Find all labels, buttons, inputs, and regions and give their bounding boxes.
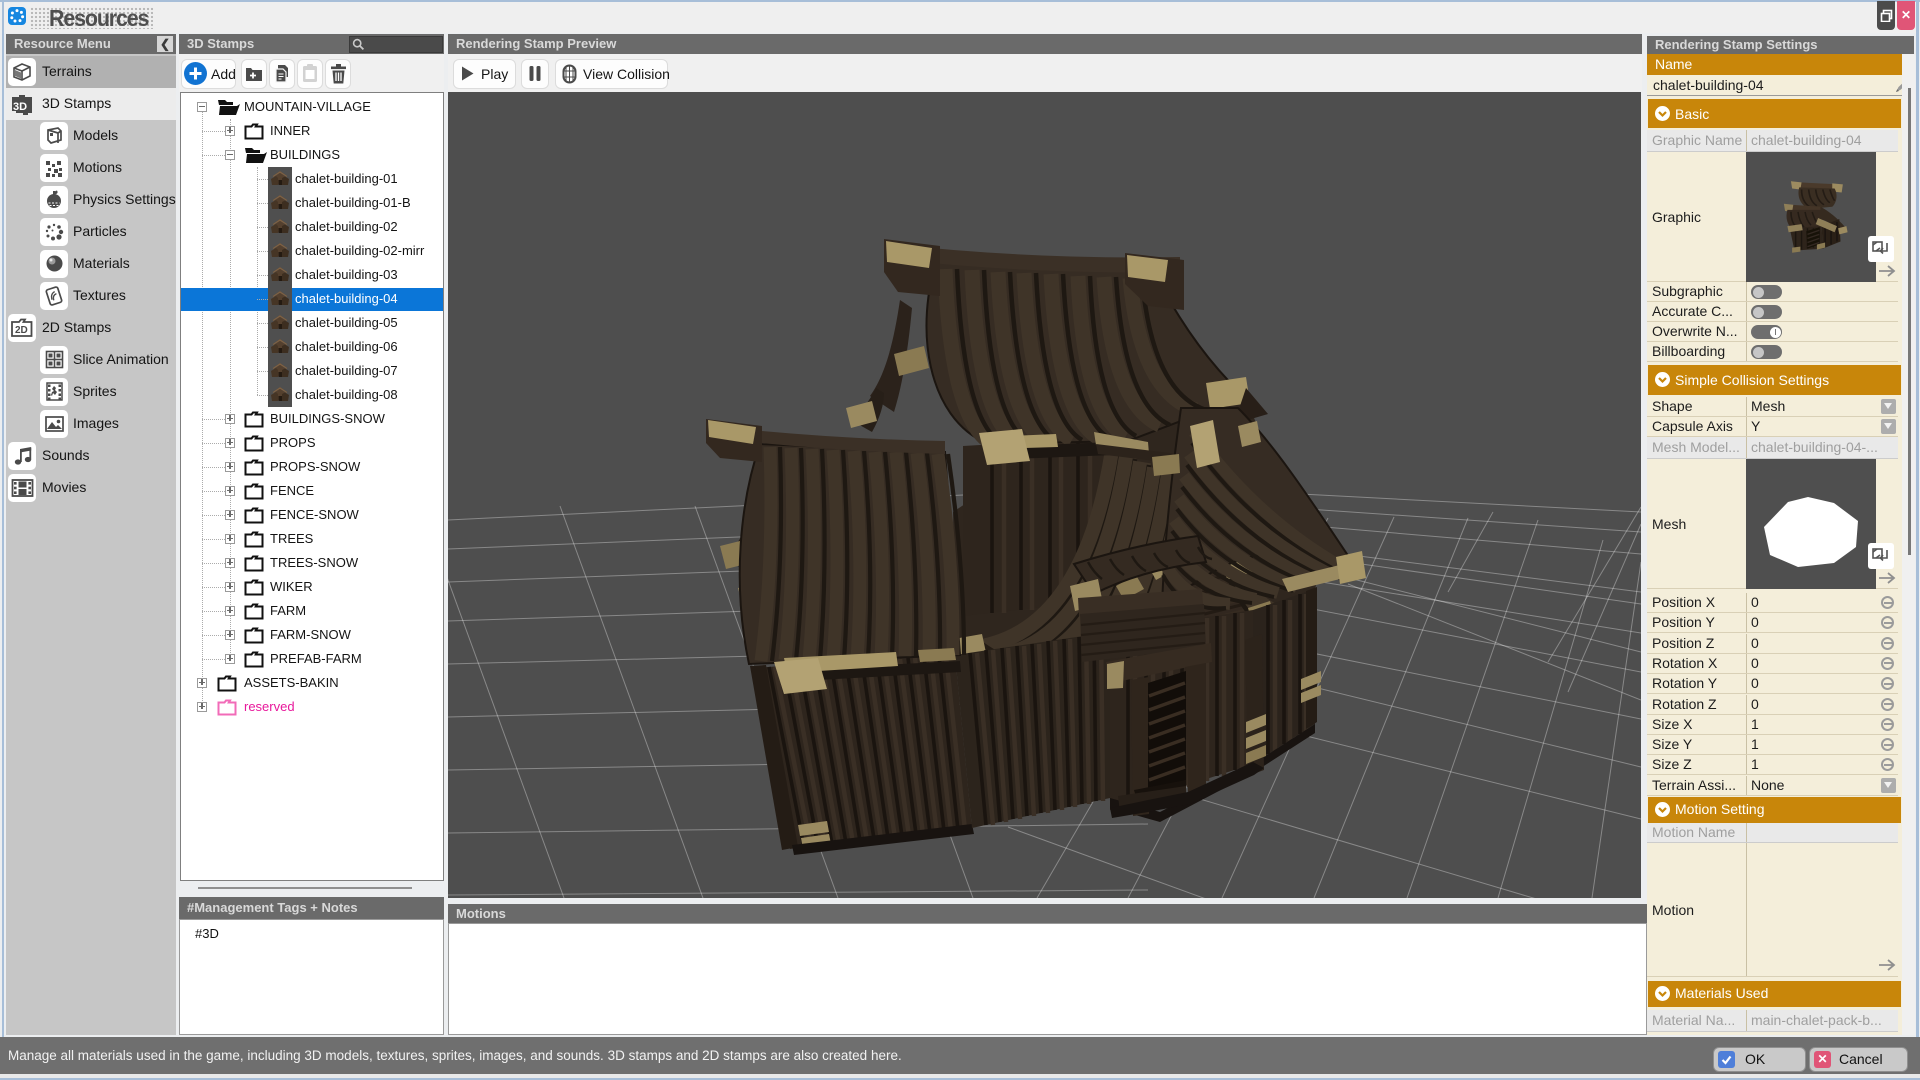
svg-text:2D: 2D [15,325,28,336]
svg-text:3D: 3D [13,101,27,113]
